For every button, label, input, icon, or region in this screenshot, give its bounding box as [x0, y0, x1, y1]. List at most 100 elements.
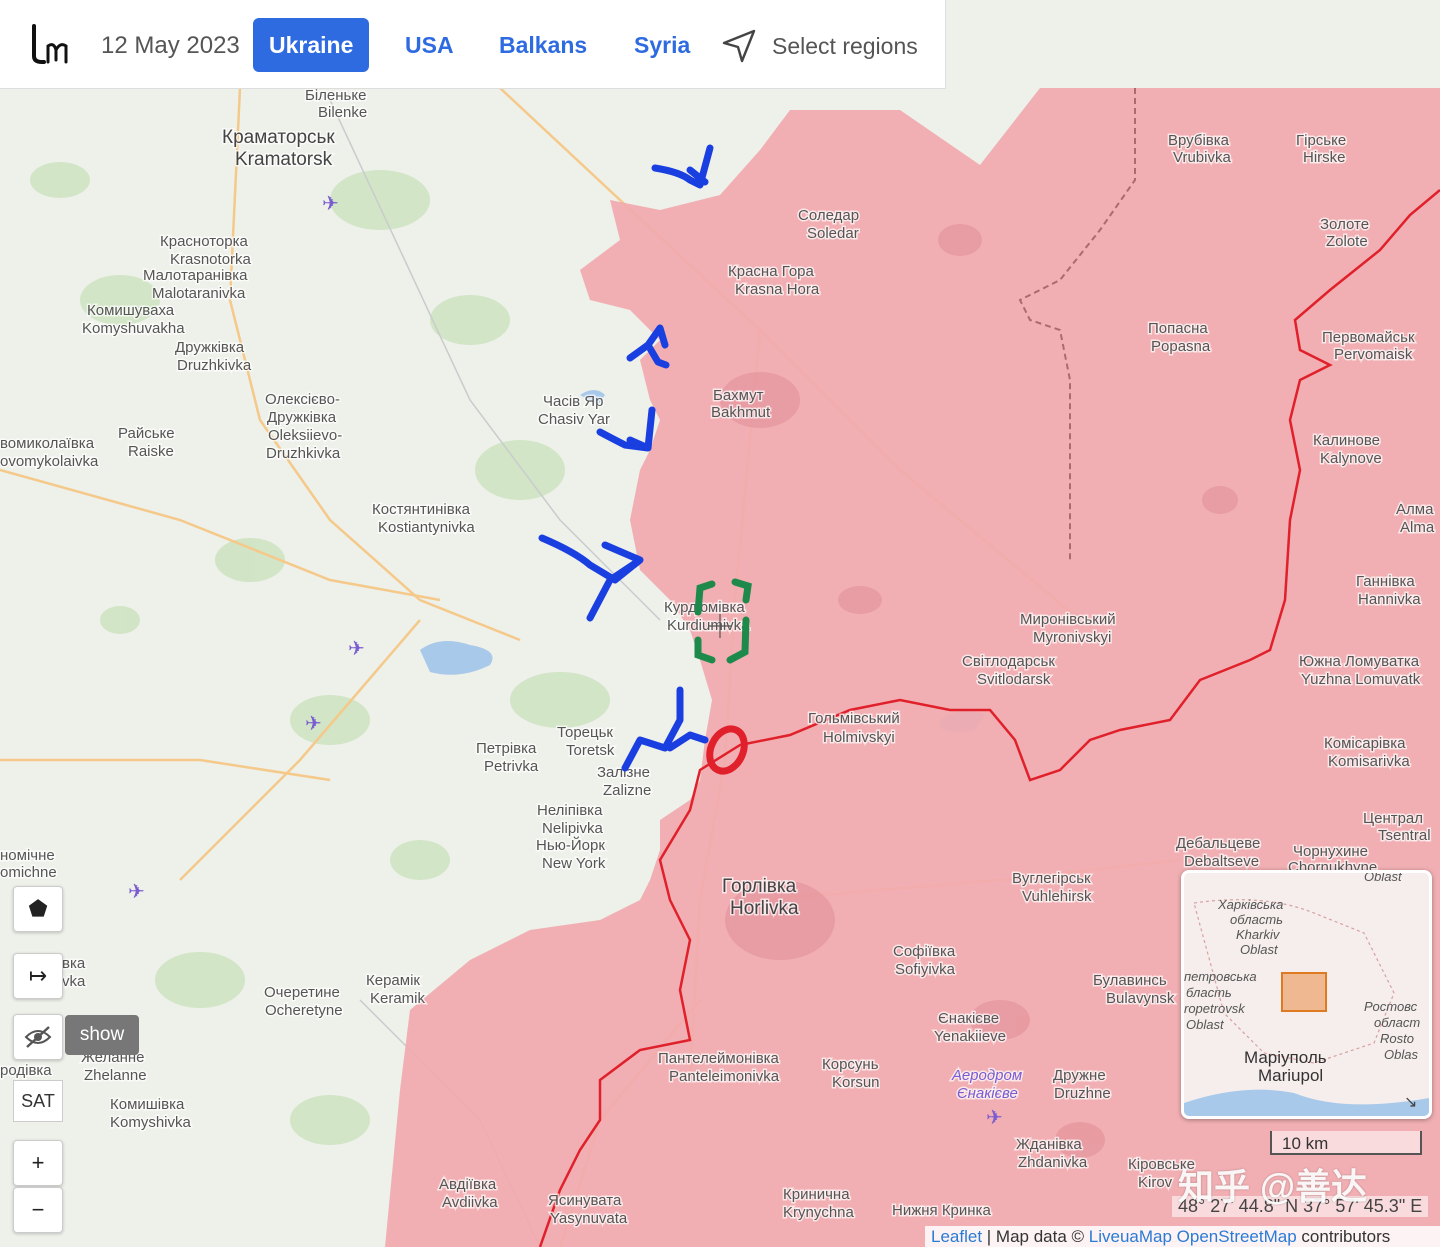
- label-druzhkivka-en: Druzhkivka: [177, 357, 252, 374]
- map-attribution: Leaflet | Map data © LiveuaMap OpenStree…: [925, 1226, 1440, 1247]
- label-kramatorsk-ua: Краматорськ: [222, 127, 335, 148]
- label-kalynove-en: Kalynove: [1320, 450, 1382, 467]
- label-yasynuvata-ua: Ясинувата: [548, 1192, 622, 1209]
- label-keramik-en: Keramik: [370, 990, 426, 1007]
- svg-text:✈: ✈: [322, 193, 339, 215]
- label-yuzhna-ua: Южна Ломуватка: [1299, 653, 1420, 670]
- hide-markers-button[interactable]: [13, 1014, 63, 1060]
- eye-slash-icon: [24, 1026, 52, 1048]
- label-popasna-ua: Попасна: [1148, 320, 1208, 337]
- minimap-label-6: бласть: [1186, 985, 1232, 1000]
- label-vrubivka-ua: Врубівка: [1168, 132, 1230, 149]
- label-krynychna-en: Krynychna: [783, 1204, 855, 1221]
- label-bakhmut-en: Bakhmut: [711, 404, 771, 421]
- osm-link[interactable]: OpenStreetMap: [1177, 1227, 1297, 1246]
- liveuamap-logo[interactable]: [30, 24, 70, 71]
- label-druzhkivka-ua: Дружківка: [175, 339, 245, 356]
- label-zhdanivka-ua: Жданівка: [1016, 1136, 1082, 1153]
- label-kurdiumivka-ua: Курдюмівка: [664, 599, 745, 616]
- zoom-out-button[interactable]: −: [13, 1187, 63, 1233]
- label-tsentral-ua: Централ: [1363, 810, 1423, 827]
- label-novomykolaivka-en: ovomykolaivka: [0, 453, 99, 470]
- tab-syria[interactable]: Syria: [618, 18, 706, 72]
- collapse-minimap-icon[interactable]: ↘: [1404, 1094, 1417, 1111]
- leaflet-link[interactable]: Leaflet: [931, 1227, 982, 1246]
- label-komyshivka-en: Komyshivka: [110, 1114, 192, 1131]
- label-avdiivka-ua: Авдіївка: [439, 1176, 497, 1193]
- label-komyshuvakha-en: Komyshuvakha: [82, 320, 185, 337]
- label-krasnotorka-en: Krasnotorka: [170, 251, 252, 268]
- zoom-in-button[interactable]: +: [13, 1140, 63, 1186]
- label-debaltseve-en: Debaltseve: [1184, 853, 1259, 870]
- label-novomykolaivka-ua: вомиколаївка: [0, 435, 95, 452]
- label-zalizne-en: Zalizne: [603, 782, 651, 799]
- label-zhdanivka-en: Zhdanivka: [1018, 1154, 1088, 1171]
- label-komyshuvakha-ua: Комишуваха: [87, 302, 175, 319]
- label-ocheretyne-en: Ocheretyne: [265, 1002, 343, 1019]
- tab-balkans[interactable]: Balkans: [483, 18, 603, 72]
- label-druzhne-ua: Дружне: [1053, 1067, 1106, 1084]
- label-nomichne-en: omichne: [0, 864, 57, 881]
- label-petrivka-en: Petrivka: [484, 758, 539, 775]
- label-zolote-ua: Золоте: [1320, 216, 1369, 233]
- label-krynychna-ua: Кринична: [783, 1186, 850, 1203]
- label-kramatorsk-en: Kramatorsk: [235, 149, 333, 170]
- minimap-label-4: Oblast: [1240, 942, 1279, 957]
- label-hannivka-en: Hannivka: [1358, 591, 1421, 608]
- label-kalynove-ua: Калинове: [1313, 432, 1380, 449]
- label-malotaranivka-en: Malotaranivka: [152, 285, 246, 302]
- minimap-label-5: петровська: [1184, 969, 1257, 984]
- label-yenakiieve-ua: Єнакієве: [938, 1010, 999, 1027]
- svg-text:✈: ✈: [128, 881, 145, 903]
- label-kostiantynivka-en: Kostiantynivka: [378, 519, 475, 536]
- label-hirske-ua: Гірське: [1296, 132, 1346, 149]
- label-oleksiievo-1: Олексієво-: [265, 391, 340, 408]
- show-button[interactable]: show: [65, 1015, 139, 1055]
- minimap-label-8: Oblast: [1186, 1017, 1225, 1032]
- label-pervomaisk-en: Pervomaisk: [1334, 346, 1413, 363]
- label-popasna-en: Popasna: [1151, 338, 1211, 355]
- minimap-label-2: область: [1230, 912, 1283, 927]
- label-komisarivka-en: Komisarivka: [1328, 753, 1410, 770]
- label-petrivka-ua: Петрівка: [476, 740, 537, 757]
- label-soledar-en: Soledar: [807, 225, 859, 242]
- minimap[interactable]: Харківська область Kharkiv Oblast петров…: [1181, 870, 1432, 1119]
- label-raiske-en: Raiske: [128, 443, 174, 460]
- label-bulavynske-ua: Булавинсь: [1093, 972, 1167, 989]
- label-debaltseve-ua: Дебальцеве: [1176, 835, 1260, 852]
- label-keramik-ua: Керамік: [366, 972, 420, 989]
- label-korsun-en: Korsun: [832, 1074, 880, 1091]
- label-yuzhna-en: Yuzhna Lomuvatk: [1301, 671, 1421, 688]
- top-bar: 12 May 2023 Ukraine USA Balkans Syria Se…: [0, 0, 946, 89]
- label-nomichne-ua: номічне: [0, 847, 55, 864]
- label-bulavynske-en: Bulavynsk: [1106, 990, 1175, 1007]
- tab-usa[interactable]: USA: [389, 18, 470, 72]
- label-svitlodarsk-ua: Світлодарськ: [962, 653, 1055, 670]
- draw-polygon-button[interactable]: ⬟: [13, 886, 63, 932]
- label-horlivka-ua: Горлівка: [722, 876, 797, 897]
- label-malotaranivka-ua: Малотаранівка: [143, 267, 248, 284]
- label-myronivskyi-en: Myronivskyi: [1033, 629, 1111, 646]
- label-raiske-ua: Райське: [118, 425, 175, 442]
- label-chasivyar-en: Chasiv Yar: [538, 411, 610, 428]
- tab-ukraine[interactable]: Ukraine: [253, 18, 370, 72]
- label-chasivyar-ua: Часів Яр: [543, 393, 603, 410]
- label-airport-2: Єнакієве: [957, 1085, 1018, 1102]
- label-oleksiievo-4: Druzhkivka: [266, 445, 341, 462]
- liveuamap-link[interactable]: LiveuaMap: [1089, 1227, 1172, 1246]
- label-bilenke-ua: Біленьке: [305, 88, 366, 104]
- select-regions-button[interactable]: Select regions: [720, 26, 918, 66]
- satellite-toggle[interactable]: SAT: [13, 1080, 63, 1122]
- label-sofiivka-en: Sofiyivka: [895, 961, 956, 978]
- label-hannivka-ua: Ганнівка: [1356, 573, 1415, 590]
- label-horlivka-en: Horlivka: [730, 898, 799, 919]
- label-druzhne-en: Druzhne: [1054, 1085, 1111, 1102]
- measure-button[interactable]: ↦: [13, 953, 63, 999]
- svg-text:✈: ✈: [348, 638, 365, 660]
- select-regions-label: Select regions: [772, 32, 918, 59]
- svg-text:✈: ✈: [986, 1107, 1003, 1129]
- label-rodivka-ua: родівка: [0, 1062, 52, 1079]
- label-kirovske-en: Kirov: [1138, 1174, 1173, 1191]
- label-holmivskyi-ua: Гольмівський: [808, 710, 900, 727]
- label-chornukhyne-ua: Чорнухине: [1293, 843, 1368, 860]
